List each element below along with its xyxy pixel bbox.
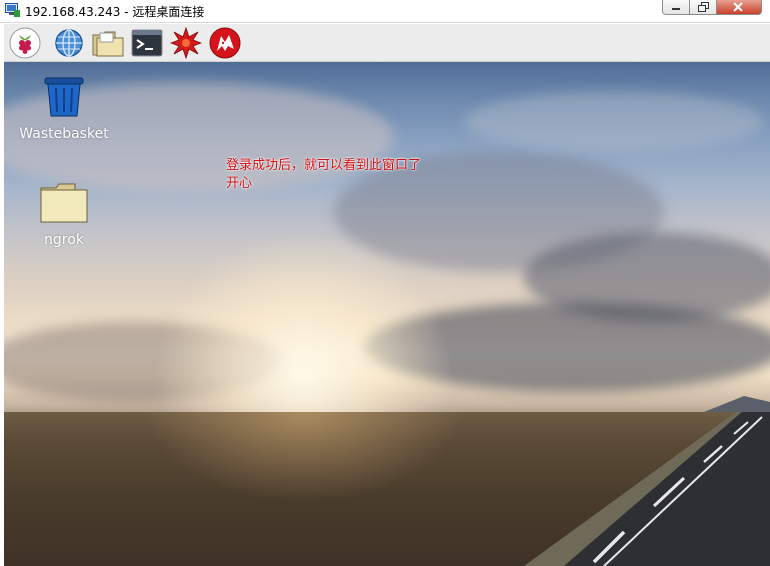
web-browser-button[interactable]: [53, 27, 85, 59]
ngrok-label: ngrok: [44, 232, 84, 248]
folder-icon: [40, 183, 88, 223]
raspberry-icon: [9, 27, 41, 59]
wastebasket-label: Wastebasket: [19, 126, 109, 142]
ngrok-desktop-icon[interactable]: ngrok: [19, 182, 109, 248]
wolf-icon: [209, 27, 241, 59]
restore-button[interactable]: [689, 0, 717, 15]
minimize-button[interactable]: [662, 0, 690, 15]
desktop-background: Wastebasket ngrok 登录成功后，就可以看到此窗口了 开心: [4, 62, 770, 566]
terminal-icon: [131, 29, 163, 57]
folder-icon: [92, 31, 124, 57]
file-manager-button[interactable]: [92, 27, 124, 59]
close-icon: [733, 2, 743, 12]
minimize-icon: [672, 8, 680, 10]
terminal-button[interactable]: [131, 27, 163, 59]
starburst-icon: [170, 27, 202, 59]
annotation-line-1: 登录成功后，就可以看到此窗口了: [226, 158, 422, 173]
close-button[interactable]: [716, 0, 762, 15]
road: [524, 396, 770, 566]
globe-icon: [55, 29, 83, 57]
window-titlebar: 192.168.43.243 - 远程桌面连接: [0, 0, 770, 23]
restore-icon: [698, 2, 709, 12]
annotation-line-2: 开心: [226, 176, 253, 191]
remote-desktop-icon: [5, 3, 20, 17]
wastebasket-desktop-icon[interactable]: Wastebasket: [19, 76, 109, 142]
taskbar-panel: [4, 24, 770, 62]
raspberry-menu-button[interactable]: [9, 27, 41, 59]
mathematica-button[interactable]: [170, 27, 202, 59]
wolfram-button[interactable]: [209, 27, 241, 59]
trash-icon: [44, 77, 84, 117]
red-annotation-text: 登录成功后，就可以看到此窗口了 开心: [226, 157, 456, 193]
window-controls: [662, 0, 762, 16]
window-title: 192.168.43.243 - 远程桌面连接: [25, 5, 205, 19]
